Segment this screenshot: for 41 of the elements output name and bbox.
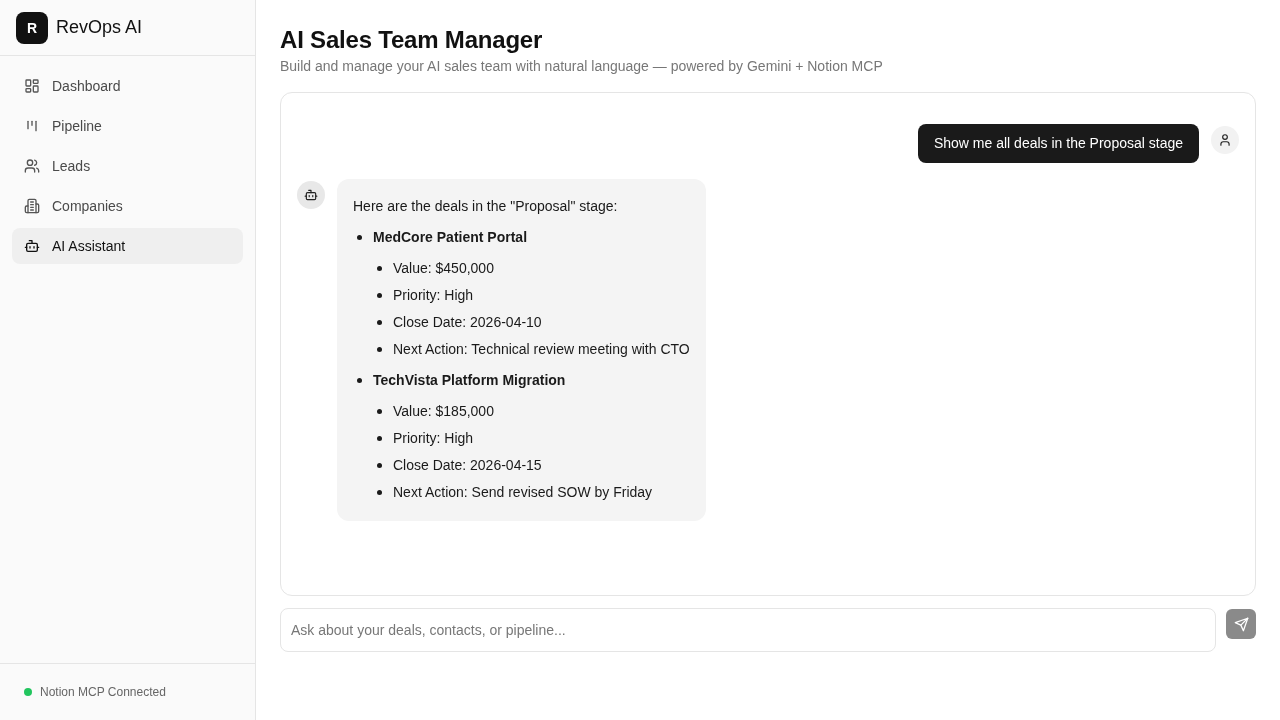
deal-detail: Close Date: 2026-04-15 xyxy=(393,456,542,475)
deal-detail: Next Action: Send revised SOW by Friday xyxy=(393,483,653,502)
building-icon xyxy=(24,198,40,214)
bullet-icon xyxy=(377,319,382,325)
kanban-icon xyxy=(24,118,40,134)
sidebar-item[interactable]: Companies xyxy=(12,188,243,224)
deal-detail: Value: $450,000 xyxy=(393,259,494,278)
sidebar-item[interactable]: AI Assistant xyxy=(12,228,243,264)
bullet-icon xyxy=(377,265,382,271)
robot-icon xyxy=(24,238,40,254)
user-message: Show me all deals in the Proposal stage xyxy=(917,124,1199,163)
deal-detail: Value: $185,000 xyxy=(393,402,494,421)
robot-icon xyxy=(297,181,325,209)
logo-mark: R xyxy=(16,11,48,44)
sidebar-item[interactable]: Dashboard xyxy=(12,68,243,104)
bullet-icon xyxy=(377,346,382,352)
message-text: Here are the deals in the "Proposal" stage: xyxy=(353,197,619,216)
deal-detail: Close Date: 2026-04-10 xyxy=(393,313,542,332)
deal-detail: Next Action: Technical review meeting with CTO xyxy=(393,340,690,359)
user-icon xyxy=(1211,126,1239,154)
sidebar-item[interactable]: Leads xyxy=(12,148,243,184)
chat-input[interactable]: Ask about your deals, contacts, or pipeline... xyxy=(280,608,1216,652)
deal-name: TechVista Platform Migration xyxy=(373,371,566,390)
bullet-icon xyxy=(377,408,382,414)
bullet-icon xyxy=(377,292,382,298)
layout-grid-icon xyxy=(24,78,40,94)
connection-status: Notion MCP Connected xyxy=(40,685,166,699)
app-name: RevOps AI xyxy=(56,17,143,38)
page-title: AI Sales Team Manager xyxy=(280,25,544,55)
users-icon xyxy=(24,158,40,174)
deal-detail: Priority: High xyxy=(393,429,474,448)
send-icon xyxy=(1233,616,1249,632)
sidebar-item[interactable]: Pipeline xyxy=(12,108,243,144)
bullet-icon xyxy=(377,435,382,441)
bullet-icon xyxy=(357,377,362,383)
bullet-icon xyxy=(357,234,362,240)
deal-name: MedCore Patient Portal xyxy=(373,228,528,247)
bullet-icon xyxy=(377,462,382,468)
page-subtitle: Build and manage your AI sales team with natural language — powered by Gemini + Notion MCP xyxy=(280,57,884,76)
deal-detail: Priority: High xyxy=(393,286,474,305)
bullet-icon xyxy=(377,489,382,495)
